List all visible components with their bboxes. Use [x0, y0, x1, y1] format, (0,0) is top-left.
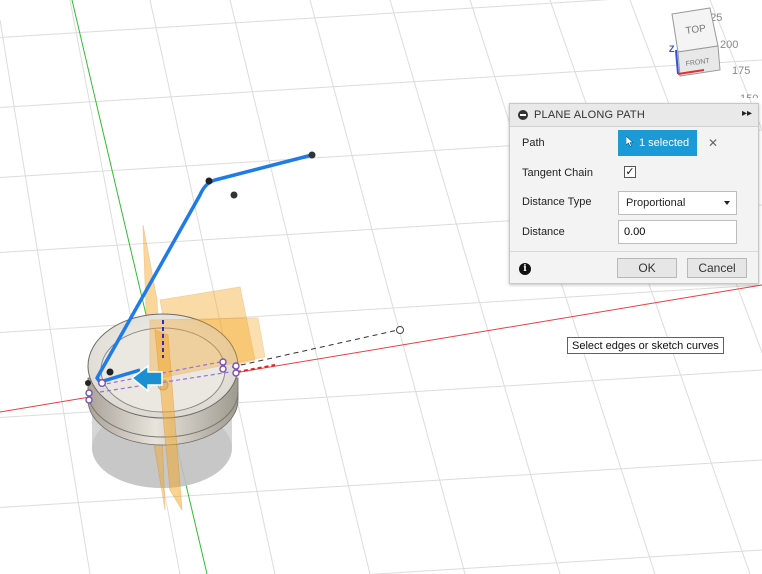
dialog-header[interactable]: PLANE ALONG PATH ▸▸	[510, 104, 758, 127]
path-point[interactable]	[85, 380, 91, 386]
clear-selection-icon[interactable]: ✕	[708, 136, 718, 150]
path-row: Path 1 selected ✕	[522, 130, 758, 156]
distance-type-row: Distance Type Proportional	[522, 189, 758, 215]
path-select-button[interactable]: 1 selected	[618, 130, 697, 156]
y-axis	[71, 0, 208, 574]
tangent-chain-label: Tangent Chain	[522, 167, 593, 179]
selection-tooltip: Select edges or sketch curves	[567, 337, 724, 354]
red-dashed-axis	[236, 364, 276, 373]
distance-label: Distance	[522, 226, 565, 238]
svg-text:200: 200	[720, 39, 738, 51]
chevron-down-icon	[724, 201, 730, 205]
svg-text:175: 175	[732, 65, 750, 77]
cancel-button[interactable]: Cancel	[687, 258, 747, 278]
distance-type-label: Distance Type	[522, 196, 592, 208]
ok-button[interactable]: OK	[617, 258, 677, 278]
distance-row: Distance	[522, 219, 758, 245]
viewcube[interactable]: 225 200 175 150 TOP FRONT Z	[664, 6, 762, 98]
3d-viewport[interactable]	[0, 0, 762, 574]
dialog-footer: i OK Cancel	[510, 251, 758, 285]
path-point[interactable]	[205, 177, 213, 185]
path-label: Path	[522, 137, 545, 149]
tangent-chain-checkbox[interactable]: ✓	[624, 166, 636, 178]
svg-text:150: 150	[740, 93, 758, 98]
plane-along-path-dialog: PLANE ALONG PATH ▸▸ Path 1 selected ✕ Ta…	[509, 103, 759, 284]
path-point[interactable]	[106, 368, 114, 376]
expand-icon[interactable]: ▸▸	[742, 108, 752, 119]
dialog-title: PLANE ALONG PATH	[534, 109, 645, 121]
info-icon[interactable]: i	[519, 263, 531, 275]
path-point[interactable]	[230, 191, 238, 199]
cursor-icon	[625, 135, 634, 150]
collapse-icon[interactable]	[518, 110, 528, 120]
ground-grid	[0, 0, 762, 574]
distance-input[interactable]	[618, 220, 737, 244]
viewcube-z-label: Z	[669, 44, 675, 54]
tangent-row: Tangent Chain ✓	[522, 160, 758, 186]
path-select-text: 1 selected	[639, 137, 690, 149]
path-point[interactable]	[308, 151, 316, 159]
distance-type-value: Proportional	[626, 197, 686, 209]
guide-end-point[interactable]	[396, 326, 404, 334]
distance-type-select[interactable]: Proportional	[618, 191, 737, 215]
